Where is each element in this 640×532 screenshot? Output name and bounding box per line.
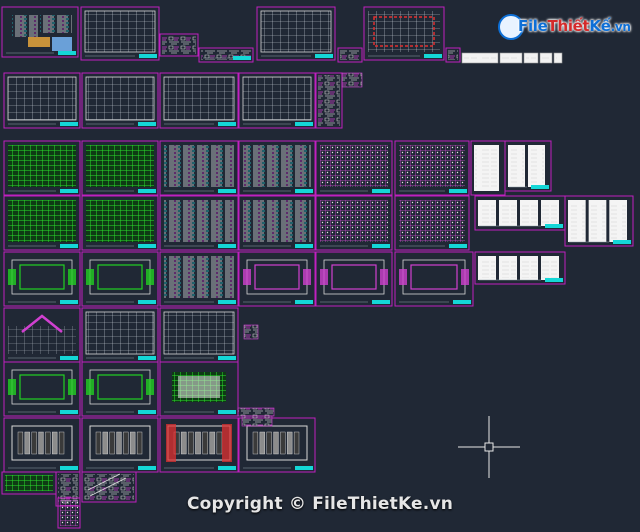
drawing-sheet-22[interactable] (3, 195, 81, 251)
drawing-sheet-11[interactable] (159, 72, 239, 129)
drawing-sheet-24[interactable] (159, 195, 239, 251)
logo-word-file: File (518, 17, 548, 35)
drawing-sheet-14[interactable] (3, 140, 81, 196)
drawing-sheet-38[interactable] (81, 307, 159, 363)
drawing-sheet-40[interactable] (3, 361, 81, 417)
drawing-sheet-3[interactable] (159, 33, 199, 57)
drawing-sheet-26[interactable] (315, 195, 393, 251)
annotation-block-7[interactable] (243, 324, 259, 340)
drawing-sheet-21[interactable] (504, 140, 552, 192)
logo-word-thiet: Thiết (547, 17, 590, 35)
drawing-sheet-15[interactable] (81, 140, 159, 196)
drawing-sheet-29[interactable] (564, 195, 634, 247)
drawing-sheet-1[interactable] (1, 6, 79, 58)
logo-wordmark: FileThiếtKế.vn (518, 17, 631, 35)
drawing-sheet-30[interactable] (3, 251, 81, 307)
drawing-sheet-23[interactable] (81, 195, 159, 251)
annotation-block-9[interactable] (241, 415, 273, 427)
drawing-sheet-7[interactable] (363, 6, 445, 61)
drawing-sheet-10[interactable] (81, 72, 159, 129)
drawing-sheet-8[interactable] (445, 47, 461, 63)
drawing-sheet-17[interactable] (238, 140, 316, 196)
filethietke-logo[interactable]: FileThiếtKế.vn (498, 12, 631, 42)
drawing-sheet-19[interactable] (394, 140, 470, 196)
drawing-sheet-34[interactable] (315, 251, 393, 307)
drawing-sheet-6[interactable] (337, 47, 363, 63)
annotation-block-6[interactable] (341, 72, 363, 88)
cad-model-space[interactable] (0, 0, 640, 532)
logo-word-domain: .vn (610, 20, 631, 34)
detail-sheet-1[interactable] (1, 471, 57, 495)
drawing-sheet-31[interactable] (81, 251, 159, 307)
annotation-block-5[interactable] (553, 52, 563, 64)
drawing-sheet-43[interactable] (3, 417, 81, 473)
drawing-sheet-13[interactable] (315, 72, 343, 129)
drawing-sheet-9[interactable] (3, 72, 81, 129)
annotation-block-2[interactable] (499, 52, 523, 64)
drawing-sheet-20[interactable] (470, 140, 506, 196)
drawing-sheet-32[interactable] (159, 251, 239, 307)
cad-crosshair-cursor-icon (458, 416, 520, 478)
drawing-sheet-44[interactable] (81, 417, 159, 473)
drawing-sheet-35[interactable] (394, 251, 474, 307)
drawing-sheet-27[interactable] (394, 195, 470, 251)
drawing-sheet-12[interactable] (238, 72, 316, 129)
drawing-sheet-2[interactable] (80, 6, 160, 61)
drawing-sheet-28[interactable] (474, 195, 566, 231)
drawing-sheet-4[interactable] (198, 47, 254, 63)
drawing-sheet-39[interactable] (159, 307, 239, 363)
annotation-block-1[interactable] (461, 52, 499, 64)
annotation-block-4[interactable] (539, 52, 553, 64)
drawing-sheet-25[interactable] (238, 195, 316, 251)
drawing-sheet-42[interactable] (159, 361, 239, 417)
drawing-sheet-45[interactable] (159, 417, 239, 473)
drawing-sheet-36[interactable] (474, 251, 566, 285)
annotation-block-8[interactable] (237, 407, 275, 417)
drawing-sheet-16[interactable] (159, 140, 239, 196)
logo-word-ke: Kế (589, 17, 611, 35)
copyright-watermark: Copyright © FileThietKe.vn (186, 494, 454, 514)
drawing-sheet-41[interactable] (81, 361, 159, 417)
drawing-sheet-33[interactable] (238, 251, 316, 307)
drawing-sheet-5[interactable] (256, 6, 336, 61)
drawing-sheet-37[interactable] (3, 307, 81, 363)
drawing-sheet-18[interactable] (315, 140, 393, 196)
annotation-block-3[interactable] (523, 52, 539, 64)
